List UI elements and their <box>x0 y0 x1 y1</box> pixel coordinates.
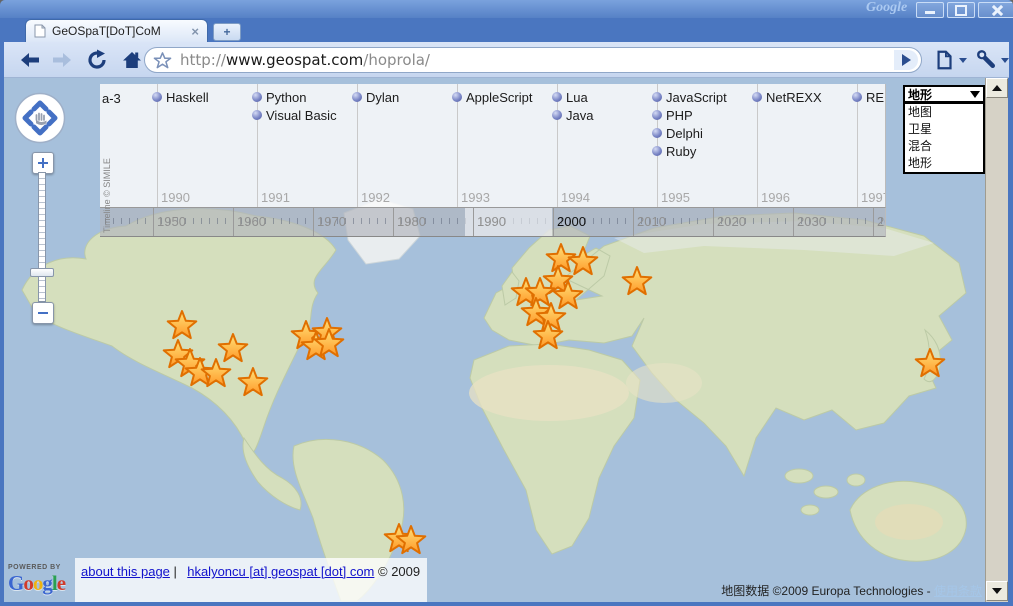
scroll-down-icon <box>992 588 1002 594</box>
google-logo-letter: G <box>8 571 23 595</box>
scroll-up-button[interactable] <box>986 78 1008 98</box>
forward-button[interactable] <box>46 46 78 74</box>
back-button[interactable] <box>14 46 46 74</box>
page-menu-caret-icon <box>959 58 967 63</box>
page-menu-icon <box>934 49 956 71</box>
dropdown-caret-icon <box>970 91 980 98</box>
minimize-icon <box>925 11 935 14</box>
chrome-google-logo: Google <box>866 0 907 16</box>
location-star-marker[interactable] <box>623 267 652 294</box>
map-pan-control[interactable] <box>14 92 66 144</box>
reload-button[interactable] <box>82 46 114 74</box>
location-star-marker[interactable] <box>239 368 268 395</box>
location-star-marker[interactable] <box>569 247 598 274</box>
window-titlebar: Google <box>0 0 1013 18</box>
map-type-option[interactable]: 地形 <box>905 155 983 172</box>
url-scheme: http:// <box>180 51 226 69</box>
google-logo[interactable]: Google <box>8 571 65 596</box>
map-type-dropdown[interactable]: 地形 <box>903 85 985 103</box>
map-type-option[interactable]: 混合 <box>905 138 983 155</box>
copyright-text: © 2009 <box>378 564 420 579</box>
back-icon <box>18 48 42 72</box>
new-tab-button[interactable]: + <box>213 23 241 41</box>
google-logo-letter: g <box>42 571 52 595</box>
tab-title: GeOSpaT[DoT]CoM <box>52 24 191 38</box>
map-viewport[interactable]: a-3 1990Haskell1991PythonVisual Basic199… <box>4 78 1008 602</box>
minus-icon <box>38 312 48 314</box>
go-arrow-icon <box>902 54 911 66</box>
scroll-down-button[interactable] <box>986 581 1008 601</box>
address-bar[interactable]: http://www.geospat.com/hoprola/ <box>144 47 922 73</box>
url-path: /hoprola/ <box>363 51 430 69</box>
reload-icon <box>86 48 110 72</box>
minimize-button[interactable] <box>916 2 944 18</box>
powered-by-label: POWERED BY <box>8 564 65 571</box>
about-page-link[interactable]: about this page <box>81 564 170 579</box>
home-icon <box>120 48 144 72</box>
location-star-marker[interactable] <box>916 349 945 376</box>
page-info-box: about this page | hkalyoncu [at] geospat… <box>75 558 427 602</box>
browser-toolbar: http://www.geospat.com/hoprola/ <box>4 42 1009 78</box>
scroll-up-icon <box>992 85 1002 91</box>
browser-tab[interactable]: GeOSpaT[DoT]CoM × <box>25 19 208 42</box>
tools-menu-button[interactable] <box>972 46 1012 74</box>
wrench-icon <box>976 49 998 71</box>
map-type-option[interactable]: 卫星 <box>905 121 983 138</box>
url-host: www.geospat.com <box>226 51 363 69</box>
location-star-marker[interactable] <box>168 311 197 338</box>
map-type-selected: 地形 <box>908 86 970 103</box>
map-type-option[interactable]: 地图 <box>905 104 983 121</box>
url-text: http://www.geospat.com/hoprola/ <box>180 51 430 69</box>
powered-by-google[interactable]: POWERED BY Google <box>8 564 65 596</box>
info-divider: | <box>174 564 177 579</box>
zoom-slider-track[interactable] <box>38 172 46 302</box>
google-logo-letter: o <box>33 571 43 595</box>
markers-layer <box>4 78 1008 602</box>
tab-close-button[interactable]: × <box>191 24 199 39</box>
close-window-button[interactable] <box>978 2 1013 18</box>
browser-window: Google GeOSpaT[DoT]CoM × + <box>0 0 1013 606</box>
google-logo-letter: e <box>57 571 65 595</box>
vertical-scrollbar[interactable] <box>985 78 1008 602</box>
close-icon <box>992 5 1003 16</box>
page-favicon-icon <box>34 24 46 38</box>
tools-menu-caret-icon <box>1001 58 1009 63</box>
google-logo-letter: o <box>23 571 33 595</box>
maximize-button[interactable] <box>947 2 975 18</box>
map-type-options: 地图卫星混合地形 <box>903 103 985 174</box>
location-star-marker[interactable] <box>219 334 248 361</box>
zoom-slider-handle[interactable] <box>30 268 54 277</box>
maximize-icon <box>955 5 967 16</box>
page-menu-button[interactable] <box>930 46 970 74</box>
contact-email-link[interactable]: hkalyoncu [at] geospat [dot] com <box>187 564 374 579</box>
go-button[interactable] <box>894 50 918 70</box>
bookmark-star-icon[interactable] <box>153 51 172 70</box>
zoom-out-button[interactable] <box>32 302 54 324</box>
zoom-in-button[interactable] <box>32 152 54 174</box>
forward-icon <box>50 48 74 72</box>
